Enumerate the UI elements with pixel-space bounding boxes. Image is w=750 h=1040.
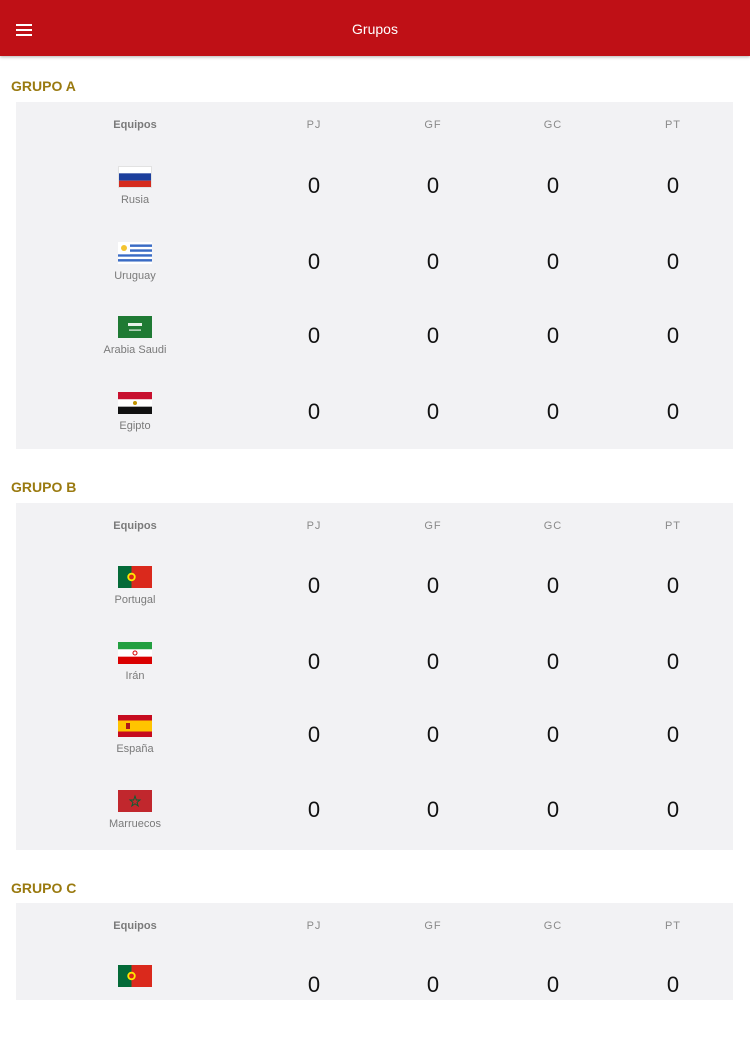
stat-gf: 0 xyxy=(426,649,440,674)
group-c-title: GRUPO C xyxy=(11,880,77,896)
stat-pj: 0 xyxy=(307,972,321,997)
table-row[interactable]: Arabia Saudi 0 0 0 0 xyxy=(16,316,733,391)
column-header-team: Equipos xyxy=(113,520,157,532)
stat-gf: 0 xyxy=(426,573,440,598)
team-name: Uruguay xyxy=(114,270,156,282)
uruguay-flag-icon xyxy=(118,242,152,264)
stat-pj: 0 xyxy=(307,722,321,747)
stat-pj: 0 xyxy=(307,323,321,348)
stat-gc: 0 xyxy=(546,649,560,674)
team-name: Egipto xyxy=(119,420,151,432)
stat-pt: 0 xyxy=(666,573,680,598)
stat-gc: 0 xyxy=(546,173,560,198)
stat-gc: 0 xyxy=(546,972,560,997)
stat-gc: 0 xyxy=(546,249,560,274)
table-row[interactable]: España 0 0 0 0 xyxy=(16,715,733,790)
table-row[interactable]: Egipto 0 0 0 0 xyxy=(16,392,733,467)
column-header-pj: PJ xyxy=(306,520,322,532)
stat-gf: 0 xyxy=(426,173,440,198)
app-bar: Grupos xyxy=(0,0,750,56)
stat-gf: 0 xyxy=(426,972,440,997)
stat-pt: 0 xyxy=(666,173,680,198)
stat-pt: 0 xyxy=(666,722,680,747)
page-title: Grupos xyxy=(352,21,398,37)
stat-gc: 0 xyxy=(546,323,560,348)
stat-gc: 0 xyxy=(546,722,560,747)
stat-gf: 0 xyxy=(426,797,440,822)
table-row[interactable]: 0 0 0 0 xyxy=(16,965,733,1040)
stat-pj: 0 xyxy=(307,399,321,424)
group-a-table: Equipos PJ GF GC PT Rusia 0 0 0 0 Urugua… xyxy=(16,102,733,449)
stat-gf: 0 xyxy=(426,323,440,348)
column-header-pt: PT xyxy=(664,520,682,532)
stat-gf: 0 xyxy=(426,399,440,424)
column-header-team: Equipos xyxy=(113,920,157,932)
russia-flag-icon xyxy=(118,166,152,188)
column-header-pj: PJ xyxy=(306,119,322,131)
group-b-table: Equipos PJ GF GC PT Portugal 0 0 0 0 Irá… xyxy=(16,503,733,850)
column-header-pt: PT xyxy=(664,119,682,131)
portugal-flag-icon xyxy=(118,965,152,987)
group-c-table: Equipos PJ GF GC PT 0 0 0 0 xyxy=(16,903,733,1000)
table-row[interactable]: Marruecos 0 0 0 0 xyxy=(16,790,733,865)
group-a-title: GRUPO A xyxy=(11,78,76,94)
stat-gc: 0 xyxy=(546,797,560,822)
column-header-gc: GC xyxy=(543,920,563,932)
table-row[interactable]: Rusia 0 0 0 0 xyxy=(16,166,733,241)
team-name: Marruecos xyxy=(109,818,161,830)
column-header-gf: GF xyxy=(424,520,442,532)
stat-pj: 0 xyxy=(307,249,321,274)
team-name: Portugal xyxy=(114,594,156,606)
table-row[interactable]: Irán 0 0 0 0 xyxy=(16,642,733,717)
stat-gf: 0 xyxy=(426,249,440,274)
stat-pj: 0 xyxy=(307,797,321,822)
column-header-gf: GF xyxy=(424,920,442,932)
table-row[interactable]: Uruguay 0 0 0 0 xyxy=(16,242,733,317)
column-header-team: Equipos xyxy=(113,119,157,131)
stat-pj: 0 xyxy=(307,173,321,198)
stat-gc: 0 xyxy=(546,399,560,424)
group-b-title: GRUPO B xyxy=(11,479,77,495)
team-name: Rusia xyxy=(120,194,150,206)
stat-pt: 0 xyxy=(666,797,680,822)
column-header-gf: GF xyxy=(424,119,442,131)
stat-pj: 0 xyxy=(307,649,321,674)
column-header-pt: PT xyxy=(664,920,682,932)
stat-pt: 0 xyxy=(666,399,680,424)
team-name: España xyxy=(116,743,154,755)
morocco-flag-icon xyxy=(118,790,152,812)
stat-gc: 0 xyxy=(546,573,560,598)
column-header-gc: GC xyxy=(543,119,563,131)
saudi-arabia-flag-icon xyxy=(118,316,152,338)
stat-pj: 0 xyxy=(307,573,321,598)
stat-pt: 0 xyxy=(666,249,680,274)
column-header-gc: GC xyxy=(543,520,563,532)
egypt-flag-icon xyxy=(118,392,152,414)
spain-flag-icon xyxy=(118,715,152,737)
stat-pt: 0 xyxy=(666,323,680,348)
team-name: Arabia Saudi xyxy=(103,344,167,356)
stat-gf: 0 xyxy=(426,722,440,747)
team-name: Irán xyxy=(125,670,145,682)
iran-flag-icon xyxy=(118,642,152,664)
column-header-pj: PJ xyxy=(306,920,322,932)
stat-pt: 0 xyxy=(666,972,680,997)
portugal-flag-icon xyxy=(118,566,152,588)
stat-pt: 0 xyxy=(666,649,680,674)
table-row[interactable]: Portugal 0 0 0 0 xyxy=(16,566,733,641)
